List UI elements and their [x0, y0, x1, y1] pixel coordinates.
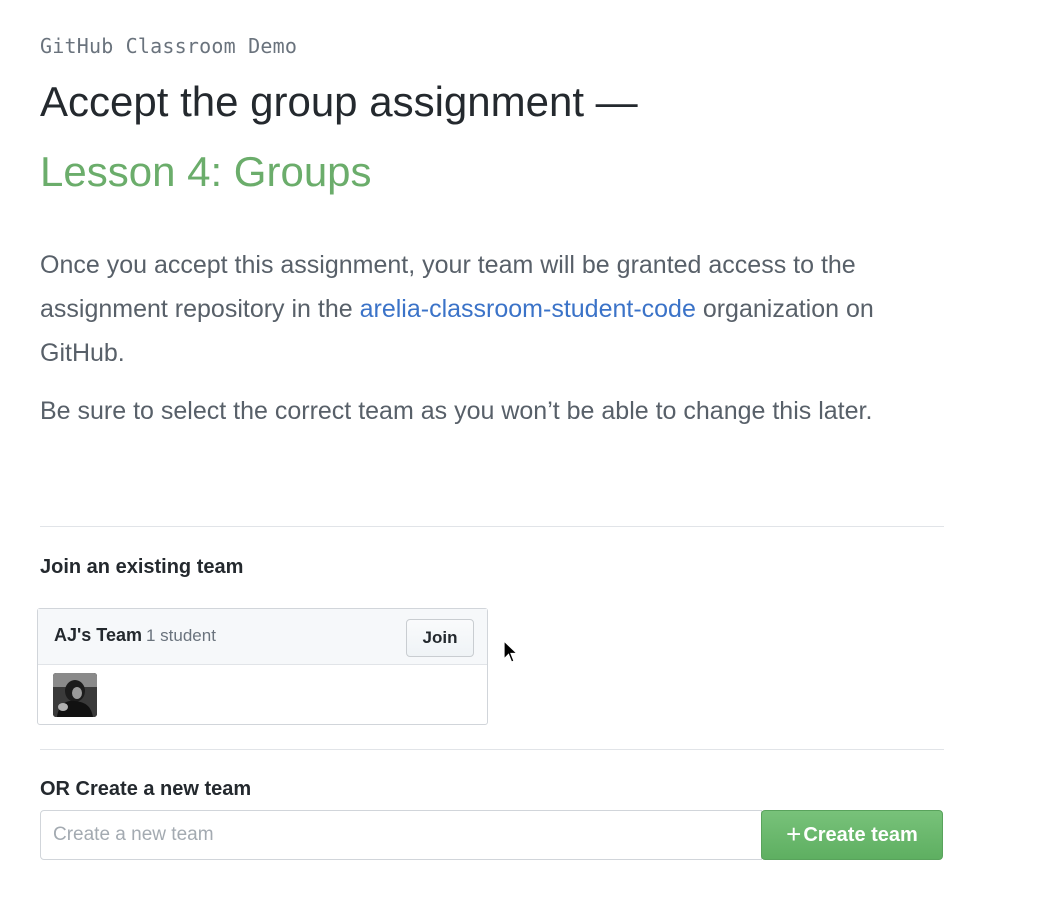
divider [40, 526, 944, 527]
organization-link[interactable]: arelia-classroom-student-code [360, 295, 696, 323]
join-team-button[interactable]: Join [406, 619, 474, 657]
assignment-title: Lesson 4: Groups [40, 148, 372, 195]
page-title: Accept the group assignment — [40, 78, 638, 125]
team-card-header: AJ's Team 1 student Join [38, 609, 487, 665]
create-team-button[interactable]: + Create team [761, 810, 943, 860]
assignment-description: Once you accept this assignment, your te… [40, 243, 944, 447]
team-member-count: 1 student [146, 626, 216, 645]
access-paragraph: Once you accept this assignment, your te… [40, 243, 944, 375]
divider [40, 749, 944, 750]
team-name-label: AJ's Team [54, 625, 142, 645]
plus-icon: + [786, 818, 802, 849]
join-team-heading: Join an existing team [40, 556, 244, 578]
create-team-heading: OR Create a new team [40, 778, 252, 800]
classroom-name: GitHub Classroom Demo [40, 34, 298, 58]
avatar[interactable] [53, 673, 97, 717]
create-team-label: Create team [803, 823, 918, 846]
team-name-input[interactable] [40, 810, 762, 860]
create-team-form: +Create team [40, 810, 944, 860]
team-name: AJ's Team 1 student [54, 625, 216, 646]
user-photo-icon [53, 673, 97, 717]
team-card: AJ's Team 1 student Join [37, 608, 488, 725]
mouse-cursor-icon [503, 640, 519, 663]
warning-paragraph: Be sure to select the correct team as yo… [40, 397, 873, 425]
